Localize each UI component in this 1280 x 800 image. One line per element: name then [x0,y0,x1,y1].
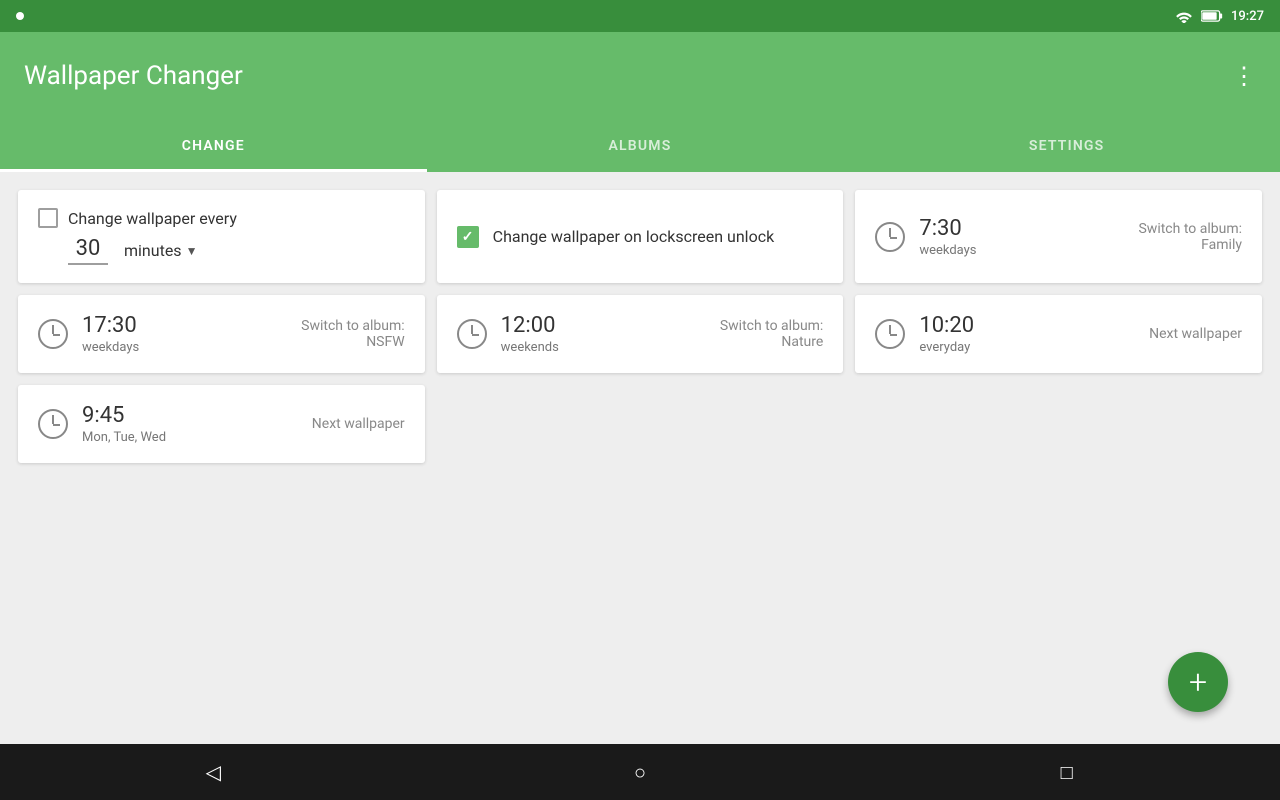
schedule-time-4: 9:45 [82,403,298,428]
status-time: 19:27 [1231,9,1264,24]
schedule-days-1: weekdays [82,340,287,355]
schedule-card-2[interactable]: 12:00 weekends Switch to album: Nature [437,295,844,373]
schedule-info-2: 12:00 weekends [501,313,706,355]
app-title: Wallpaper Changer [24,61,243,91]
back-button[interactable]: ◁ [189,748,237,796]
schedule-info-4: 9:45 Mon, Tue, Wed [82,403,298,445]
main-content: Change wallpaper every 30 minutes ▼ Chan… [0,172,1280,744]
schedule-action-4: Next wallpaper [312,416,405,432]
schedule-card-0[interactable]: 7:30 weekdays Switch to album: Family [855,190,1262,283]
schedule-time-0: 7:30 [919,216,1124,241]
schedule-days-3: everyday [919,340,1135,355]
schedule-time-2: 12:00 [501,313,706,338]
tab-bar: CHANGE ALBUMS SETTINGS [0,120,1280,172]
schedule-action-3: Next wallpaper [1149,326,1242,342]
change-every-label: Change wallpaper every [68,209,237,228]
status-bar-right: 19:27 [1175,9,1264,24]
schedule-days-4: Mon, Tue, Wed [82,430,298,445]
status-bar: 19:27 [0,0,1280,32]
schedule-time-3: 10:20 [919,313,1135,338]
change-every-checkbox[interactable] [38,208,58,228]
home-button[interactable]: ○ [616,748,664,796]
schedule-info-3: 10:20 everyday [919,313,1135,355]
tab-albums[interactable]: ALBUMS [427,120,854,172]
lockscreen-checkbox[interactable] [457,226,479,248]
schedule-action-2: Switch to album: Nature [720,318,824,350]
schedule-days-2: weekends [501,340,706,355]
clock-icon-0 [875,222,905,252]
clock-icon-3 [875,319,905,349]
interval-unit-label: minutes [124,241,182,260]
notification-dot [16,12,24,20]
change-every-top-row: Change wallpaper every [38,208,237,228]
clock-icon-1 [38,319,68,349]
nav-bar: ◁ ○ □ [0,744,1280,800]
change-every-bottom-row: 30 minutes ▼ [68,236,197,265]
schedule-days-0: weekdays [919,243,1124,258]
schedule-card-4[interactable]: 9:45 Mon, Tue, Wed Next wallpaper [18,385,425,463]
schedule-action-0: Switch to album: Family [1138,221,1242,253]
interval-unit-dropdown[interactable]: minutes ▼ [124,241,197,260]
schedule-time-1: 17:30 [82,313,287,338]
lockscreen-label: Change wallpaper on lockscreen unlock [493,227,775,246]
add-schedule-fab[interactable]: + [1168,652,1228,712]
battery-icon [1201,9,1223,23]
schedule-action-1: Switch to album: NSFW [301,318,405,350]
schedule-card-3[interactable]: 10:20 everyday Next wallpaper [855,295,1262,373]
clock-icon-2 [457,319,487,349]
wifi-icon [1175,9,1193,23]
tab-change[interactable]: CHANGE [0,120,427,172]
change-every-card[interactable]: Change wallpaper every 30 minutes ▼ [18,190,425,283]
tab-settings[interactable]: SETTINGS [853,120,1280,172]
schedule-info-1: 17:30 weekdays [82,313,287,355]
clock-icon-4 [38,409,68,439]
app-bar: Wallpaper Changer ⋮ [0,32,1280,120]
overflow-menu-icon[interactable]: ⋮ [1232,62,1256,90]
status-bar-left [16,12,24,20]
plus-icon: + [1189,666,1207,698]
recents-button[interactable]: □ [1043,748,1091,796]
interval-value[interactable]: 30 [68,236,108,265]
schedule-card-1[interactable]: 17:30 weekdays Switch to album: NSFW [18,295,425,373]
lockscreen-card[interactable]: Change wallpaper on lockscreen unlock [437,190,844,283]
dropdown-arrow-icon: ▼ [186,244,198,258]
schedule-info-0: 7:30 weekdays [919,216,1124,258]
